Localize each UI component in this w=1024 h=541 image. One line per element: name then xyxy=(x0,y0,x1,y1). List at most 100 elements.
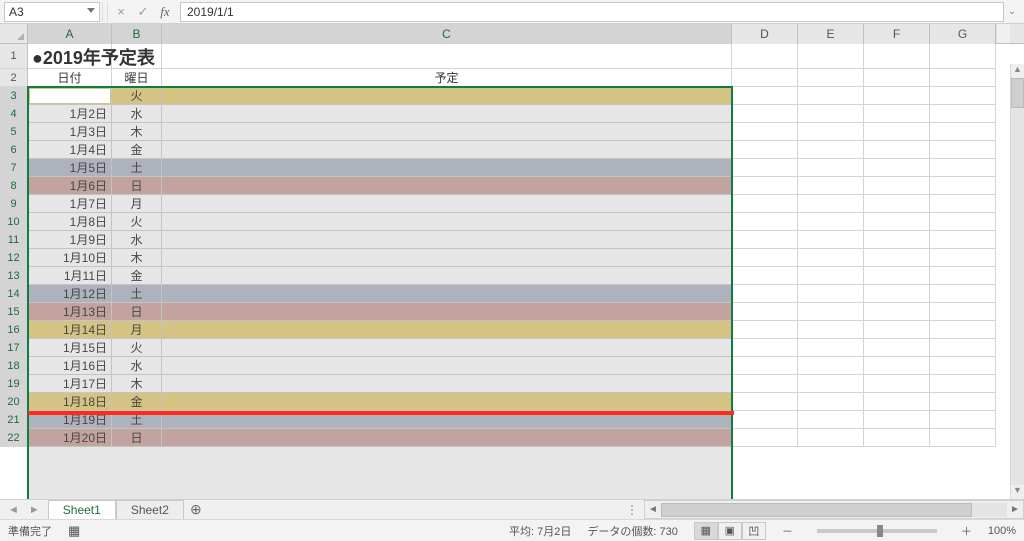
cell-e21[interactable] xyxy=(798,411,864,429)
header-plan[interactable]: 予定 xyxy=(162,69,732,87)
cell-c18[interactable] xyxy=(162,357,732,375)
cell-f7[interactable] xyxy=(864,159,930,177)
row-8[interactable]: 81月6日日 xyxy=(0,177,1024,195)
row-header-8[interactable]: 8 xyxy=(0,177,28,195)
row-6[interactable]: 61月4日金 xyxy=(0,141,1024,159)
view-page-layout-icon[interactable]: ▣ xyxy=(718,522,742,540)
cell-a5[interactable]: 1月3日 xyxy=(28,123,112,141)
add-sheet-button[interactable]: ⊕ xyxy=(184,500,208,519)
cell-e9[interactable] xyxy=(798,195,864,213)
cell-a10[interactable]: 1月8日 xyxy=(28,213,112,231)
row-header-21[interactable]: 21 xyxy=(0,411,28,429)
cell-g5[interactable] xyxy=(930,123,996,141)
cell-g11[interactable] xyxy=(930,231,996,249)
cell-c17[interactable] xyxy=(162,339,732,357)
cell-e20[interactable] xyxy=(798,393,864,411)
row-15[interactable]: 151月13日日 xyxy=(0,303,1024,321)
cell-c5[interactable] xyxy=(162,123,732,141)
cell-d12[interactable] xyxy=(732,249,798,267)
cell-e5[interactable] xyxy=(798,123,864,141)
select-all-corner[interactable] xyxy=(0,24,28,44)
row-header-14[interactable]: 14 xyxy=(0,285,28,303)
cell-d17[interactable] xyxy=(732,339,798,357)
row-header-18[interactable]: 18 xyxy=(0,357,28,375)
scroll-up-icon[interactable]: ▲ xyxy=(1011,64,1024,78)
cell-g3[interactable] xyxy=(930,87,996,105)
cell-b11[interactable]: 水 xyxy=(112,231,162,249)
col-header-d[interactable]: D xyxy=(732,24,798,44)
row-header-17[interactable]: 17 xyxy=(0,339,28,357)
row-5[interactable]: 51月3日木 xyxy=(0,123,1024,141)
tab-sheet2[interactable]: Sheet2 xyxy=(116,500,184,519)
cell-g1[interactable] xyxy=(930,44,996,69)
cell-c16[interactable] xyxy=(162,321,732,339)
row-header-3[interactable]: 3 xyxy=(0,87,28,105)
cell-a20[interactable]: 1月18日 xyxy=(28,393,112,411)
view-normal-icon[interactable]: ▦ xyxy=(694,522,718,540)
row-16[interactable]: 161月14日月 xyxy=(0,321,1024,339)
horizontal-scrollbar[interactable]: ◄ ► xyxy=(644,500,1024,519)
cell-g18[interactable] xyxy=(930,357,996,375)
row-22[interactable]: 221月20日日 xyxy=(0,429,1024,447)
row-header-4[interactable]: 4 xyxy=(0,105,28,123)
cell-b3[interactable]: 火 xyxy=(112,87,162,105)
row-18[interactable]: 181月16日水 xyxy=(0,357,1024,375)
cell-d2[interactable] xyxy=(732,69,798,87)
cell-b22[interactable]: 日 xyxy=(112,429,162,447)
cell-d5[interactable] xyxy=(732,123,798,141)
row-20[interactable]: 201月18日金 xyxy=(0,393,1024,411)
formula-input[interactable]: 2019/1/1 xyxy=(180,2,1004,22)
cell-e8[interactable] xyxy=(798,177,864,195)
cell-f5[interactable] xyxy=(864,123,930,141)
cell-c8[interactable] xyxy=(162,177,732,195)
row-header-11[interactable]: 11 xyxy=(0,231,28,249)
cell-b15[interactable]: 日 xyxy=(112,303,162,321)
cell-c22[interactable] xyxy=(162,429,732,447)
row-11[interactable]: 111月9日水 xyxy=(0,231,1024,249)
cell-d9[interactable] xyxy=(732,195,798,213)
cell-f18[interactable] xyxy=(864,357,930,375)
row-header-15[interactable]: 15 xyxy=(0,303,28,321)
cell-d10[interactable] xyxy=(732,213,798,231)
vscroll-thumb[interactable] xyxy=(1011,78,1024,108)
cell-g8[interactable] xyxy=(930,177,996,195)
cell-f1[interactable] xyxy=(864,44,930,69)
col-header-g[interactable]: G xyxy=(930,24,996,44)
cell-e1[interactable] xyxy=(798,44,864,69)
zoom-knob[interactable] xyxy=(877,525,883,537)
fx-button[interactable]: fx xyxy=(154,2,176,22)
cell-e2[interactable] xyxy=(798,69,864,87)
cell-g19[interactable] xyxy=(930,375,996,393)
cell-g4[interactable] xyxy=(930,105,996,123)
cell-c3[interactable] xyxy=(162,87,732,105)
cell-b4[interactable]: 水 xyxy=(112,105,162,123)
row-header-22[interactable]: 22 xyxy=(0,429,28,447)
cell-b5[interactable]: 木 xyxy=(112,123,162,141)
row-3[interactable]: 31月1日火 xyxy=(0,87,1024,105)
cell-c7[interactable] xyxy=(162,159,732,177)
row-header-7[interactable]: 7 xyxy=(0,159,28,177)
cell-c20[interactable] xyxy=(162,393,732,411)
row-7[interactable]: 71月5日土 xyxy=(0,159,1024,177)
row-header-19[interactable]: 19 xyxy=(0,375,28,393)
cell-d19[interactable] xyxy=(732,375,798,393)
cell-b18[interactable]: 水 xyxy=(112,357,162,375)
row-header-13[interactable]: 13 xyxy=(0,267,28,285)
cell-a17[interactable]: 1月15日 xyxy=(28,339,112,357)
cell-g21[interactable] xyxy=(930,411,996,429)
col-header-a[interactable]: A xyxy=(28,24,112,44)
row-13[interactable]: 131月11日金 xyxy=(0,267,1024,285)
cell-a8[interactable]: 1月6日 xyxy=(28,177,112,195)
cell-g6[interactable] xyxy=(930,141,996,159)
tab-nav-prev-icon[interactable]: ◄ xyxy=(8,504,19,516)
cell-f20[interactable] xyxy=(864,393,930,411)
cell-f2[interactable] xyxy=(864,69,930,87)
cell-a18[interactable]: 1月16日 xyxy=(28,357,112,375)
cell-a16[interactable]: 1月14日 xyxy=(28,321,112,339)
row-12[interactable]: 121月10日木 xyxy=(0,249,1024,267)
cell-f19[interactable] xyxy=(864,375,930,393)
row-header-10[interactable]: 10 xyxy=(0,213,28,231)
cell-f14[interactable] xyxy=(864,285,930,303)
cell-c19[interactable] xyxy=(162,375,732,393)
row-header-9[interactable]: 9 xyxy=(0,195,28,213)
